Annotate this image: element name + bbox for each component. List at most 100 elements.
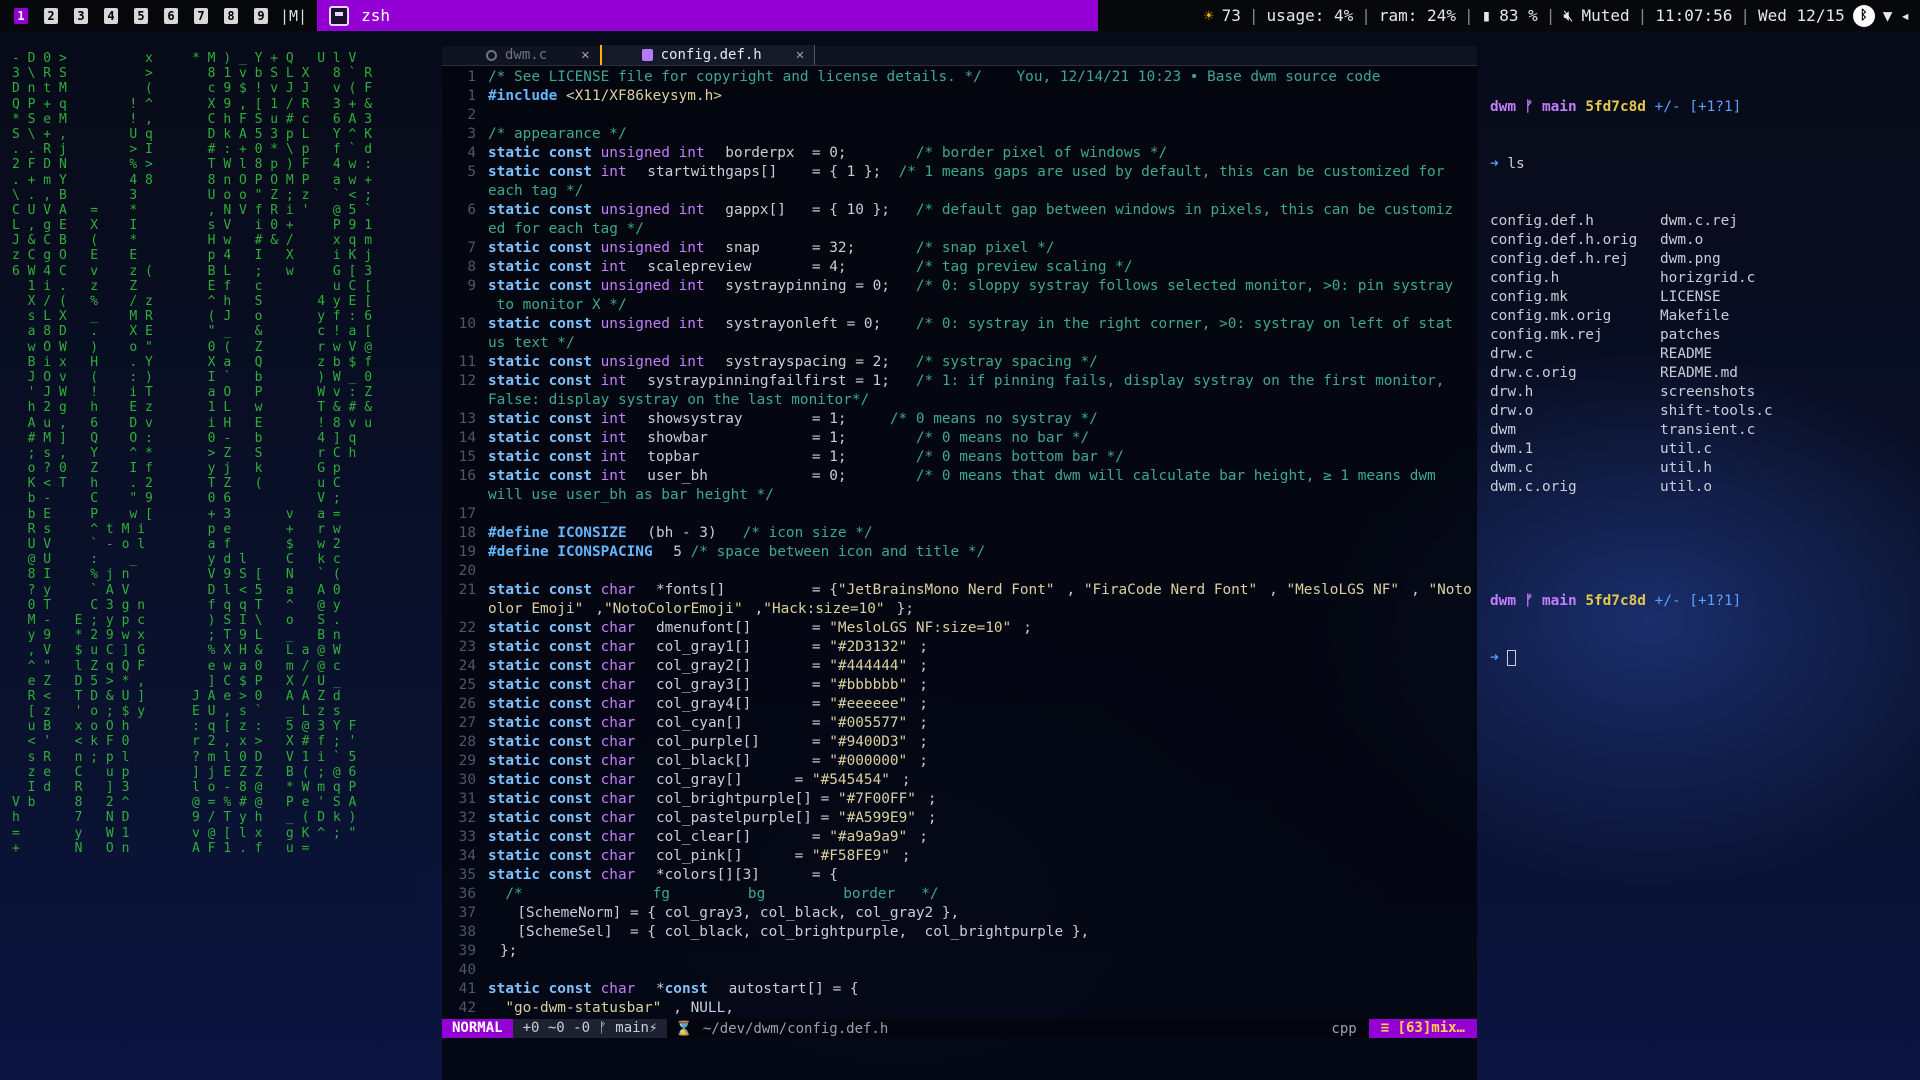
- tag-1[interactable]: 1: [6, 0, 36, 31]
- line-text: static const int startwithgaps[] = { 1 }…: [476, 163, 1444, 182]
- tag-3[interactable]: 3: [66, 0, 96, 31]
- code-line[interactable]: 10 static const unsigned int systrayonlef…: [442, 315, 1477, 334]
- code-line[interactable]: 5 static const int startwithgaps[] = { 1 …: [442, 163, 1477, 182]
- code-token: borderpx = 0;: [725, 145, 916, 161]
- window-title-area[interactable]: zsh: [317, 0, 1099, 31]
- code-line[interactable]: 34 static const char col_pink[] = "#F58FE…: [442, 847, 1477, 866]
- code-line[interactable]: to monitor X */: [442, 296, 1477, 315]
- code-token: col_cyan[] =: [655, 715, 830, 731]
- code-token: col_pink[] =: [655, 848, 812, 864]
- code-line[interactable]: 16 static const int user_bh = 0; /* 0 mea…: [442, 467, 1477, 486]
- code-line[interactable]: 23 static const char col_gray1[] = "#2D31…: [442, 638, 1477, 657]
- code-line[interactable]: 25 static const char col_gray3[] = "#bbbb…: [442, 676, 1477, 695]
- matrix-row: 1 i . z Z E f c u C [: [12, 278, 373, 294]
- code-token: will use user_bh as bar height */: [488, 487, 774, 503]
- code-line[interactable]: 1 #include <X11/XF86keysym.h>: [442, 87, 1477, 106]
- code-line[interactable]: ed for each tag */: [442, 220, 1477, 239]
- code-line[interactable]: 12 static const int systraypinningfailfir…: [442, 372, 1477, 391]
- code-line[interactable]: olor Emoji" ,"NotoColorEmoji" ,"Hack:size=…: [442, 600, 1477, 619]
- volume-icon[interactable]: ◂: [1900, 6, 1910, 25]
- line-number: 26: [458, 696, 476, 712]
- matrix-row: ; s , Y ^ * > Z S r C h: [12, 445, 357, 461]
- code-line[interactable]: 13 static const int showsystray = 1; /* 0…: [442, 410, 1477, 429]
- code-line[interactable]: 21 static const char *fonts[] = {"JetBrai…: [442, 581, 1477, 600]
- tag-9[interactable]: 9: [246, 0, 276, 31]
- code-line[interactable]: 35 static const char *colors[][3] = {: [442, 866, 1477, 885]
- code-line[interactable]: False: display systray on the last monit…: [442, 391, 1477, 410]
- tab-config-def-h[interactable]: config.def.h ✕: [601, 45, 816, 65]
- code-line[interactable]: 1 /* See LICENSE file for copyright and l…: [442, 68, 1477, 87]
- tag-8[interactable]: 8: [216, 0, 246, 31]
- code-line[interactable]: 29 static const char col_black[] = "#0000…: [442, 752, 1477, 771]
- code-line[interactable]: 6 static const unsigned int gappx[] = { 1…: [442, 201, 1477, 220]
- code-line[interactable]: each tag */: [442, 182, 1477, 201]
- file-entry: util.c: [1660, 441, 1712, 457]
- file-entry: horizgrid.c: [1660, 270, 1756, 286]
- code-line[interactable]: 28 static const char col_purple[] = "#940…: [442, 733, 1477, 752]
- line-number: 12: [458, 373, 476, 389]
- matrix-row: X / ( % / z ^ h S 4 y E [: [12, 294, 373, 309]
- code-line[interactable]: 4 static const unsigned int borderpx = 0;…: [442, 144, 1477, 163]
- code-line[interactable]: 2: [442, 106, 1477, 125]
- code-line[interactable]: 14 static const int showbar = 1; /* 0 mea…: [442, 429, 1477, 448]
- code-line[interactable]: 39};: [442, 942, 1477, 961]
- code-token: char: [600, 848, 644, 864]
- tag-4[interactable]: 4: [96, 0, 126, 31]
- code-line[interactable]: 30 static const char col_gray[] = "#54545…: [442, 771, 1477, 790]
- matrix-rain-terminal[interactable]: - D 0 > x * M ) _ Y + Q U l V3 \ R S > 8…: [0, 46, 430, 1076]
- code-token: ,: [754, 601, 764, 617]
- file-entry: transient.c: [1660, 422, 1756, 438]
- line-text: /* See LICENSE file for copyright and li…: [476, 68, 1380, 87]
- code-token: "#7F00FF": [837, 791, 916, 807]
- matrix-row: s L X _ M R ( J o y f : 6: [12, 309, 373, 325]
- bluetooth-icon[interactable]: ᛒ: [1852, 4, 1875, 27]
- code-line[interactable]: 32 static const char col_pastelpurple[] =…: [442, 809, 1477, 828]
- code-line[interactable]: us text */: [442, 334, 1477, 353]
- code-token: static const: [488, 791, 601, 807]
- line-number: [442, 600, 476, 619]
- code-line[interactable]: 31 static const char col_brightpurple[] =…: [442, 790, 1477, 809]
- code-line[interactable]: 33 static const char col_clear[] = "#a9a9…: [442, 828, 1477, 847]
- code-line[interactable]: 7 static const unsigned int snap = 32; /*…: [442, 239, 1477, 258]
- code-line[interactable]: 27 static const char col_cyan[] = "#00557…: [442, 714, 1477, 733]
- tab-dwm-c[interactable]: dwm.c ✕: [442, 45, 602, 65]
- neovim-editor[interactable]: dwm.c ✕ config.def.h ✕ 1 /* See LICENSE f…: [442, 45, 1477, 1080]
- code-token: char: [600, 753, 644, 769]
- shell-terminal[interactable]: dwm ᚠ main 5fd7c8d +/- [+1?1] ➜ ls confi…: [1490, 60, 1910, 666]
- layout-indicator[interactable]: |M|: [276, 7, 317, 25]
- code-area[interactable]: 1 /* See LICENSE file for copyright and l…: [442, 66, 1477, 1018]
- code-line[interactable]: 38 [SchemeSel] = { col_black, col_bright…: [442, 923, 1477, 942]
- code-line[interactable]: 3 /* appearance */: [442, 125, 1477, 144]
- code-token: scalepreview = 4;: [647, 259, 916, 275]
- input-line[interactable]: ➜: [1490, 649, 1910, 668]
- code-line[interactable]: 20: [442, 562, 1477, 581]
- tag-7[interactable]: 7: [186, 0, 216, 31]
- line-text: [SchemeNorm] = { col_gray3, col_black, c…: [476, 904, 959, 923]
- tag-5[interactable]: 5: [126, 0, 156, 31]
- code-line[interactable]: 18 #define ICONSIZE (bh - 3) /* icon size…: [442, 524, 1477, 543]
- file-entry: dwm: [1490, 422, 1516, 438]
- close-icon[interactable]: ✕: [581, 47, 589, 63]
- line-text: static const char col_cyan[] = "#005577"…: [476, 714, 928, 733]
- code-line[interactable]: 9 static const unsigned int systraypinnin…: [442, 277, 1477, 296]
- code-line[interactable]: 11 static const unsigned int systrayspaci…: [442, 353, 1477, 372]
- tag-2[interactable]: 2: [36, 0, 66, 31]
- code-token: /* 0: sloppy systray follows selected mo…: [915, 278, 1454, 294]
- code-line[interactable]: 8 static const int scalepreview = 4; /* t…: [442, 258, 1477, 277]
- code-line[interactable]: 37 [SchemeNorm] = { col_gray3, col_black…: [442, 904, 1477, 923]
- code-line[interactable]: 41 static const char *const autostart[] =…: [442, 980, 1477, 999]
- code-line[interactable]: 15 static const int topbar = 1; /* 0 mean…: [442, 448, 1477, 467]
- close-icon[interactable]: ✕: [796, 47, 804, 63]
- code-line[interactable]: 22 static const char dmenufont[] = "Meslo…: [442, 619, 1477, 638]
- code-line[interactable]: 40: [442, 961, 1477, 980]
- code-token: "Hack:size=10": [763, 601, 885, 617]
- code-line[interactable]: 24 static const char col_gray2[] = "#4444…: [442, 657, 1477, 676]
- code-line[interactable]: 19 #define ICONSPACING 5 /* space between…: [442, 543, 1477, 562]
- code-line[interactable]: 17: [442, 505, 1477, 524]
- code-line[interactable]: 42 "go-dwm-statusbar" , NULL,: [442, 999, 1477, 1018]
- wifi-icon[interactable]: ▼: [1883, 6, 1893, 25]
- code-line[interactable]: will use user_bh as bar height */: [442, 486, 1477, 505]
- code-line[interactable]: 26 static const char col_gray4[] = "#eeee…: [442, 695, 1477, 714]
- code-line[interactable]: 36 /* fg bg border */: [442, 885, 1477, 904]
- tag-6[interactable]: 6: [156, 0, 186, 31]
